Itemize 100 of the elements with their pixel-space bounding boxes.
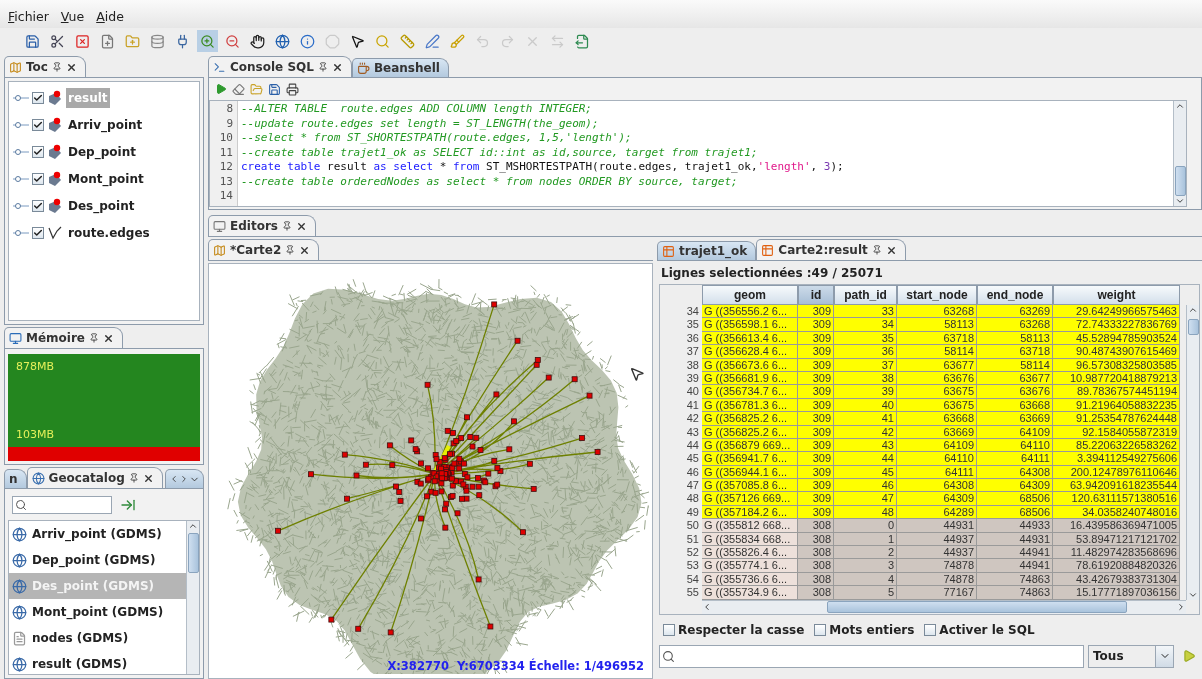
column-header[interactable]: id [798, 285, 834, 305]
row-number: 53 [685, 559, 700, 573]
panel-tab[interactable]: Beanshell [351, 58, 449, 77]
panel-tab[interactable]: trajet1_ok [657, 241, 757, 260]
scrollbar-thumb[interactable] [187, 533, 199, 573]
close-icon[interactable] [295, 220, 307, 232]
table-cell: 0 [834, 519, 897, 533]
vertical-scrollbar[interactable] [1173, 101, 1186, 206]
layer-name[interactable]: Dep_point [66, 141, 138, 162]
monitor-icon [213, 219, 226, 233]
close-icon[interactable] [885, 244, 897, 256]
filter-arrow-icon[interactable] [120, 497, 136, 513]
search-field[interactable] [659, 644, 1084, 668]
pin-icon[interactable] [285, 245, 296, 255]
column-header[interactable]: end_node [977, 285, 1053, 305]
pin-icon[interactable] [317, 62, 328, 72]
layer-name[interactable]: route.edges [66, 222, 152, 243]
menu-item[interactable]: Vue [60, 8, 85, 24]
menu-item[interactable]: Aide [96, 8, 124, 24]
panel-tab[interactable]: Geocatalog [26, 467, 163, 488]
tree-handle-icon[interactable] [13, 174, 29, 183]
close-icon[interactable] [331, 61, 343, 73]
tree-handle-icon[interactable] [13, 147, 29, 156]
vertical-scrollbar[interactable] [1186, 305, 1199, 600]
table-cell: 44941 [977, 559, 1053, 573]
scroll-right-icon[interactable] [179, 474, 189, 484]
layer-name[interactable]: Des_point [66, 195, 137, 216]
tree-handle-icon[interactable] [13, 93, 29, 102]
pin-icon[interactable] [128, 473, 139, 483]
panel-tab[interactable]: Mémoire [4, 327, 123, 348]
layer-name[interactable]: Mont_point [66, 168, 146, 189]
catalog-search-field[interactable] [12, 496, 112, 514]
close-icon[interactable] [142, 472, 154, 484]
scroll-left-icon[interactable] [702, 602, 712, 613]
run-icon[interactable] [1182, 649, 1196, 664]
close-icon[interactable] [299, 244, 311, 256]
table-cell: G ((356598.1 6... [702, 318, 798, 332]
catalog-item[interactable]: Mont_point (GDMS) [9, 599, 186, 625]
menu-item[interactable]: Fichier [8, 8, 49, 24]
catalog-item[interactable]: Arriv_point (GDMS) [9, 521, 186, 547]
undo-icon [475, 33, 490, 49]
pin-icon[interactable] [281, 221, 292, 231]
scrollbar-thumb[interactable] [1174, 166, 1186, 196]
pin-icon[interactable] [51, 62, 62, 72]
pin-icon[interactable] [89, 333, 99, 343]
option-checkbox[interactable]: Mots entiers [814, 622, 915, 637]
catalog-item[interactable]: Dep_point (GDMS) [9, 547, 186, 573]
layer-checkbox[interactable] [32, 91, 44, 104]
tree-handle-icon[interactable] [13, 201, 29, 210]
catalog-item[interactable]: result (GDMS) [9, 651, 186, 674]
table-cell: 308 [798, 559, 834, 573]
scroll-left-icon[interactable] [169, 474, 179, 484]
tab-scroll-control[interactable] [165, 469, 204, 488]
scroll-up-icon[interactable] [1188, 305, 1198, 315]
tree-handle-icon[interactable] [13, 228, 29, 237]
scroll-down-icon[interactable] [1175, 196, 1185, 206]
table-cell: 3.394112549275606 [1053, 452, 1180, 466]
vertical-scrollbar[interactable] [186, 521, 199, 674]
panel-tab[interactable]: Toc [4, 56, 86, 77]
catalog-item[interactable]: nodes (GDMS) [9, 625, 186, 651]
column-header[interactable]: weight [1053, 285, 1180, 305]
tree-handle-icon[interactable] [13, 120, 29, 129]
table-cell: 63676 [977, 385, 1053, 399]
scroll-up-icon[interactable] [188, 521, 198, 531]
option-checkbox[interactable]: Activer le SQL [924, 622, 1035, 637]
layer-checkbox[interactable] [32, 199, 44, 212]
memory-used-label: 103MB [15, 427, 56, 443]
table-cell: G ((356628.4 6... [702, 345, 798, 359]
row-number: 39 [685, 371, 700, 386]
open-folder-icon[interactable] [250, 82, 263, 96]
panel-tab[interactable]: Editors [208, 215, 316, 236]
row-number: 40 [685, 385, 700, 399]
panel-tab[interactable]: n [4, 469, 27, 488]
scroll-right-icon[interactable] [1176, 602, 1186, 613]
layer-checkbox[interactable] [32, 226, 44, 239]
run-icon[interactable] [215, 83, 227, 95]
print-icon[interactable] [286, 82, 299, 96]
layer-checkbox[interactable] [32, 145, 44, 158]
save-icon[interactable] [268, 82, 281, 96]
close-icon[interactable] [65, 61, 77, 73]
column-header[interactable]: path_id [834, 285, 897, 305]
column-header[interactable]: start_node [897, 285, 977, 305]
eraser-icon[interactable] [232, 82, 245, 96]
layer-checkbox[interactable] [32, 118, 44, 131]
layer-checkbox[interactable] [32, 172, 44, 185]
scrollbar-thumb[interactable] [826, 601, 1127, 614]
panel-tab[interactable]: Carte2:result [756, 239, 906, 260]
panel-tab[interactable]: *Carte2 [208, 239, 320, 260]
table-cell: 58113 [897, 318, 977, 332]
layer-name[interactable]: Arriv_point [66, 114, 145, 135]
panel-tab[interactable]: Console SQL [208, 56, 352, 77]
option-checkbox[interactable]: Respecter la casse [663, 622, 805, 637]
column-header[interactable]: geom [702, 285, 798, 305]
map-canvas[interactable]: X:382770 Y:6703334 Échelle: 1/496952 [208, 263, 653, 679]
scrollbar-thumb[interactable] [1187, 319, 1199, 335]
pin-icon[interactable] [871, 245, 882, 255]
filter-dropdown[interactable]: Tous [1088, 644, 1174, 668]
table-cell: 46 [834, 479, 897, 493]
scroll-up-icon[interactable] [1175, 101, 1185, 111]
close-icon[interactable] [103, 332, 114, 344]
